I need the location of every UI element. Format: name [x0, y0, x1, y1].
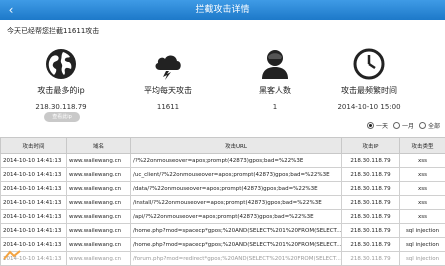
filter-all[interactable]: 全部: [419, 121, 440, 130]
cell-type: xss: [400, 210, 445, 224]
cell-time: 2014-10-10 14:41:13: [1, 154, 67, 168]
table-row[interactable]: 2014-10-10 14:41:13www.wailewang.cn/?%22…: [1, 154, 445, 168]
stat-label: 平均每天攻击: [115, 85, 221, 96]
stat-label: 黑客人数: [222, 85, 328, 96]
column-header-type[interactable]: 攻击类型: [400, 138, 445, 154]
cell-type: xss: [400, 196, 445, 210]
table-row[interactable]: 2014-10-10 14:41:13www.wailewang.cn/data…: [1, 182, 445, 196]
cell-time: 2014-10-10 14:41:13: [1, 168, 67, 182]
radio-icon[interactable]: [419, 122, 426, 129]
cell-domain: www.wailewang.cn: [67, 210, 131, 224]
cell-url: /uc_client/?%22onmouseover=apos;prompt(4…: [131, 168, 342, 182]
cell-url: /home.php?mod=spacecp*gpos;%20AND(SELECT…: [131, 224, 342, 238]
column-header-domain[interactable]: 域名: [67, 138, 131, 154]
page-title: 拦截攻击详情: [195, 5, 249, 15]
cell-domain: www.wailewang.cn: [67, 252, 131, 266]
cell-url: /forum.php?mod=redirect*gpos;%20AND(SELE…: [131, 252, 342, 266]
user-black-icon: [259, 48, 291, 80]
cell-url: /?%22onmouseover=apos;prompt(42873)gpos;…: [131, 154, 342, 168]
cell-url: /api/?%22onmouseover=apos;prompt(42873)g…: [131, 210, 342, 224]
stat-value: 1: [222, 103, 328, 111]
logo-watermark: [2, 249, 22, 261]
cell-ip: 218.30.118.79: [342, 196, 400, 210]
cell-time: 2014-10-10 14:41:13: [1, 196, 67, 210]
globe-icon: [45, 48, 77, 80]
cell-domain: www.wailewang.cn: [67, 238, 131, 252]
view-ip-button[interactable]: 查看此ip: [44, 112, 80, 122]
table-row[interactable]: 2014-10-10 14:41:13www.wailewang.cn/foru…: [1, 252, 445, 266]
stat-daily-average: 平均每天攻击 11611: [115, 47, 221, 111]
cell-url: /home.php?mod=spacecp*gpos;%20AND(SELECT…: [131, 238, 342, 252]
stat-value: 11611: [115, 103, 221, 111]
column-header-time[interactable]: 攻击时间: [1, 138, 67, 154]
filter-label: 一天: [376, 121, 388, 130]
cell-domain: www.wailewang.cn: [67, 196, 131, 210]
cell-type: xss: [400, 168, 445, 182]
title-bar: ‹ 拦截攻击详情: [0, 0, 445, 20]
column-header-url[interactable]: 攻击URL: [131, 138, 342, 154]
cell-url: /data/?%22onmouseover=apos;prompt(42873)…: [131, 182, 342, 196]
radio-icon[interactable]: [393, 122, 400, 129]
cell-type: sql injection: [400, 252, 445, 266]
cell-type: xss: [400, 154, 445, 168]
cell-ip: 218.30.118.79: [342, 168, 400, 182]
cell-ip: 218.30.118.79: [342, 154, 400, 168]
filter-day[interactable]: 一天: [367, 121, 388, 130]
table-row[interactable]: 2014-10-10 14:41:13www.wailewang.cn/home…: [1, 238, 445, 252]
cloud-bolt-icon: [152, 48, 184, 80]
stat-hacker-count: 黑客人数 1: [222, 47, 328, 111]
stat-label: 攻击最频繁时间: [316, 85, 422, 96]
stat-value: 2014-10-10 15:00: [316, 103, 422, 111]
cell-ip: 218.30.118.79: [342, 224, 400, 238]
time-range-filter: 一天 一月 全部: [367, 121, 440, 130]
filter-month[interactable]: 一月: [393, 121, 414, 130]
attack-log-table: 攻击时间 域名 攻击URL 攻击IP 攻击类型 2014-10-10 14:41…: [0, 137, 445, 266]
cell-domain: www.wailewang.cn: [67, 154, 131, 168]
cell-ip: 218.30.118.79: [342, 182, 400, 196]
table-row[interactable]: 2014-10-10 14:41:13www.wailewang.cn/uc_c…: [1, 168, 445, 182]
cell-type: sql injection: [400, 238, 445, 252]
filter-label: 一月: [402, 121, 414, 130]
filter-label: 全部: [428, 121, 440, 130]
stat-top-ip: 攻击最多的ip 218.30.118.79: [8, 47, 114, 111]
radio-selected-icon[interactable]: [367, 122, 374, 129]
table-row[interactable]: 2014-10-10 14:41:13www.wailewang.cn/inst…: [1, 196, 445, 210]
table-row[interactable]: 2014-10-10 14:41:13www.wailewang.cn/home…: [1, 224, 445, 238]
table-header-row: 攻击时间 域名 攻击URL 攻击IP 攻击类型: [1, 138, 445, 154]
cell-ip: 218.30.118.79: [342, 252, 400, 266]
cell-domain: www.wailewang.cn: [67, 182, 131, 196]
cell-time: 2014-10-10 14:41:13: [1, 224, 67, 238]
cell-url: /install/?%22onmouseover=apos;prompt(428…: [131, 196, 342, 210]
table-row[interactable]: 2014-10-10 14:41:13www.wailewang.cn/api/…: [1, 210, 445, 224]
column-header-ip[interactable]: 攻击IP: [342, 138, 400, 154]
attack-summary: 今天已经帮您拦截11611攻击: [7, 26, 99, 36]
clock-icon: [353, 48, 385, 80]
stat-label: 攻击最多的ip: [8, 85, 114, 96]
cell-domain: www.wailewang.cn: [67, 224, 131, 238]
cell-type: xss: [400, 182, 445, 196]
cell-domain: www.wailewang.cn: [67, 168, 131, 182]
stat-value: 218.30.118.79: [8, 103, 114, 111]
cell-ip: 218.30.118.79: [342, 238, 400, 252]
cell-type: sql injection: [400, 224, 445, 238]
stat-peak-time: 攻击最频繁时间 2014-10-10 15:00: [316, 47, 422, 111]
cell-ip: 218.30.118.79: [342, 210, 400, 224]
cell-time: 2014-10-10 14:41:13: [1, 182, 67, 196]
back-icon[interactable]: ‹: [4, 0, 18, 20]
cell-time: 2014-10-10 14:41:13: [1, 210, 67, 224]
